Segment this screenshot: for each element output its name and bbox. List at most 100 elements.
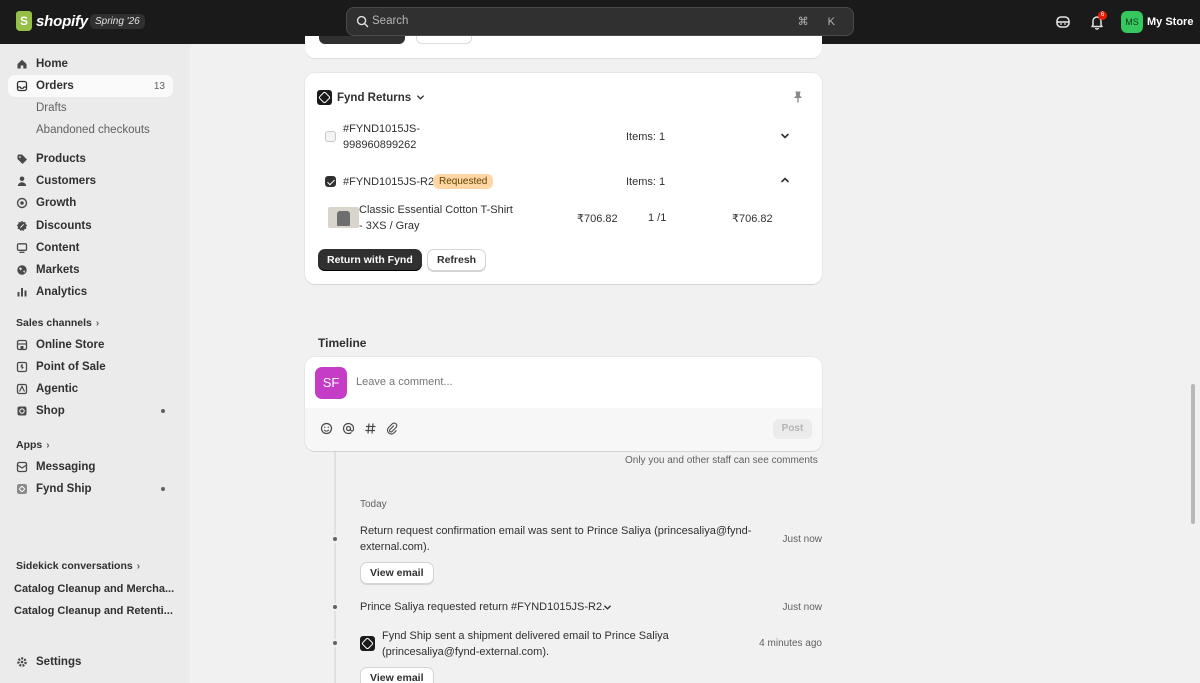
sidebar-item-label: Content xyxy=(36,242,80,254)
sidebar-item-analytics[interactable]: Analytics xyxy=(8,281,173,303)
store-menu[interactable]: MS My Store xyxy=(1121,11,1193,33)
timeline-event-line1[interactable]: Prince Saliya requested return #FYND1015… xyxy=(360,599,605,615)
sidebar-item-label: Home xyxy=(36,58,68,70)
season-badge: Spring '26 xyxy=(90,14,145,29)
sidebar-item-point-of-sale[interactable]: Point of Sale xyxy=(8,356,173,378)
return-checkbox[interactable] xyxy=(325,176,336,187)
card-title: Fynd Returns xyxy=(337,91,412,104)
sidebar-item-discounts[interactable]: Discounts xyxy=(8,215,173,237)
timeline-dot xyxy=(331,639,339,647)
store-name: My Store xyxy=(1147,16,1194,28)
search-bar[interactable]: Search ⌘ K xyxy=(346,7,854,36)
shopify-logo[interactable]: shopify xyxy=(16,11,88,31)
section-label: Sidekick conversations xyxy=(16,560,133,572)
sidebar-item-shop[interactable]: Shop xyxy=(8,400,173,422)
post-button[interactable]: Post xyxy=(773,419,812,439)
hashtag-icon[interactable] xyxy=(364,422,377,435)
sidebar-item-label: Markets xyxy=(36,264,80,276)
return-checkbox[interactable] xyxy=(325,131,336,142)
sidebar-item-fynd-ship[interactable]: Fynd Ship xyxy=(8,478,173,500)
visibility-note: Only you and other staff can see comment… xyxy=(625,455,818,466)
view-email-button[interactable]: View email xyxy=(360,667,434,683)
product-price: ₹706.82 xyxy=(577,213,618,225)
chevron-right-icon: › xyxy=(95,317,100,329)
apps-heading[interactable]: Apps › xyxy=(16,439,50,451)
conversation-item[interactable]: Catalog Cleanup and Mercha... xyxy=(14,583,174,595)
sidebar-item-label: Fynd Ship xyxy=(36,483,92,495)
sidebar-item-abandoned-checkouts[interactable]: Abandoned checkouts xyxy=(8,119,173,141)
sidebar-item-label: Customers xyxy=(36,175,97,187)
status-badge: Requested xyxy=(433,174,494,189)
return-id-line2: 998960899262 xyxy=(343,139,417,151)
sidebar-item-growth[interactable]: Growth xyxy=(8,192,173,214)
chevron-down-icon[interactable] xyxy=(780,131,790,141)
sidebar-item-label: Discounts xyxy=(36,220,92,232)
conversation-item[interactable]: Catalog Cleanup and Retenti... xyxy=(14,605,174,617)
sidebar: Home Orders 13 Drafts Abandoned checkout… xyxy=(0,44,190,683)
sidebar-item-agentic[interactable]: Agentic xyxy=(8,378,173,400)
previous-card-bottom xyxy=(305,36,822,58)
chevron-down-icon[interactable] xyxy=(603,603,612,612)
product-name-line2: - 3XS / Gray xyxy=(359,220,420,232)
sidebar-item-home[interactable]: Home xyxy=(8,53,173,75)
product-thumbnail xyxy=(328,207,359,228)
sidebar-item-orders[interactable]: Orders 13 xyxy=(8,75,173,97)
chevron-up-icon[interactable] xyxy=(780,175,790,185)
chevron-down-icon xyxy=(417,95,424,100)
more-indicator xyxy=(161,487,165,491)
fynd-returns-menu[interactable]: Fynd Returns xyxy=(317,90,425,105)
emoji-icon[interactable] xyxy=(320,422,333,435)
store-avatar: MS xyxy=(1121,11,1143,33)
sidebar-item-label: Abandoned checkouts xyxy=(36,124,150,136)
sidekick-conversations-heading[interactable]: Sidekick conversations › xyxy=(16,560,140,572)
storefront-icon xyxy=(16,339,28,351)
return-with-fynd-button[interactable]: Return with Fynd xyxy=(318,249,422,271)
sidebar-item-products[interactable]: Products xyxy=(8,148,173,170)
fynd-logo-icon xyxy=(360,636,375,651)
sidebar-item-messaging[interactable]: Messaging xyxy=(8,456,173,478)
sidebar-item-content[interactable]: Content xyxy=(8,237,173,259)
search-shortcut: ⌘ K xyxy=(797,16,843,28)
timeline-event-line1: Fynd Ship sent a shipment delivered emai… xyxy=(382,630,669,642)
fynd-returns-card: Fynd Returns #FYND1015JS- 998960899262 I… xyxy=(305,73,822,284)
page-scrollbar[interactable] xyxy=(1191,384,1195,524)
shopify-bag-icon xyxy=(16,11,32,31)
product-total: ₹706.82 xyxy=(732,213,773,225)
refresh-button[interactable]: Refresh xyxy=(427,249,487,271)
tag-icon xyxy=(17,154,27,164)
content-icon xyxy=(16,243,28,253)
timeline-event-line2: external.com). xyxy=(360,541,430,553)
sidebar-item-label: Drafts xyxy=(36,102,67,114)
timeline-event-time: Just now xyxy=(782,602,822,613)
view-email-button[interactable]: View email xyxy=(360,562,434,584)
target-icon xyxy=(16,197,28,209)
sidekick-icon[interactable] xyxy=(1054,13,1072,31)
chevron-right-icon: › xyxy=(46,439,50,451)
sidebar-item-label: Agentic xyxy=(36,383,79,395)
sidebar-item-label: Orders xyxy=(36,80,74,92)
sidebar-item-label: Messaging xyxy=(36,461,96,473)
sidebar-item-drafts[interactable]: Drafts xyxy=(8,97,173,119)
sales-channels-heading[interactable]: Sales channels › xyxy=(16,317,99,329)
timeline-dot xyxy=(331,603,339,611)
partial-button[interactable] xyxy=(319,36,405,44)
mention-icon[interactable] xyxy=(342,422,355,435)
pin-icon[interactable] xyxy=(791,90,805,104)
attachment-icon[interactable] xyxy=(386,422,399,435)
product-name-line1: Classic Essential Cotton T-Shirt xyxy=(359,204,513,216)
sidebar-item-settings[interactable]: Settings xyxy=(8,651,173,673)
sidebar-item-markets[interactable]: Markets xyxy=(8,259,173,281)
return-items-count: Items: 1 xyxy=(626,131,666,143)
comment-input[interactable] xyxy=(356,376,756,388)
sidebar-item-customers[interactable]: Customers xyxy=(8,170,173,192)
return-id-line1: #FYND1015JS- xyxy=(343,123,421,135)
partial-button[interactable] xyxy=(416,36,472,44)
return-id: #FYND1015JS-R2 xyxy=(343,176,435,188)
comment-toolbar xyxy=(305,408,822,451)
sidebar-item-online-store[interactable]: Online Store xyxy=(8,334,173,356)
sidebar-item-label: Settings xyxy=(36,656,82,668)
sidebar-item-label: Online Store xyxy=(36,339,105,351)
timeline-dot xyxy=(331,535,339,543)
shop-icon xyxy=(17,406,27,416)
comment-box: SF Post xyxy=(305,357,822,451)
